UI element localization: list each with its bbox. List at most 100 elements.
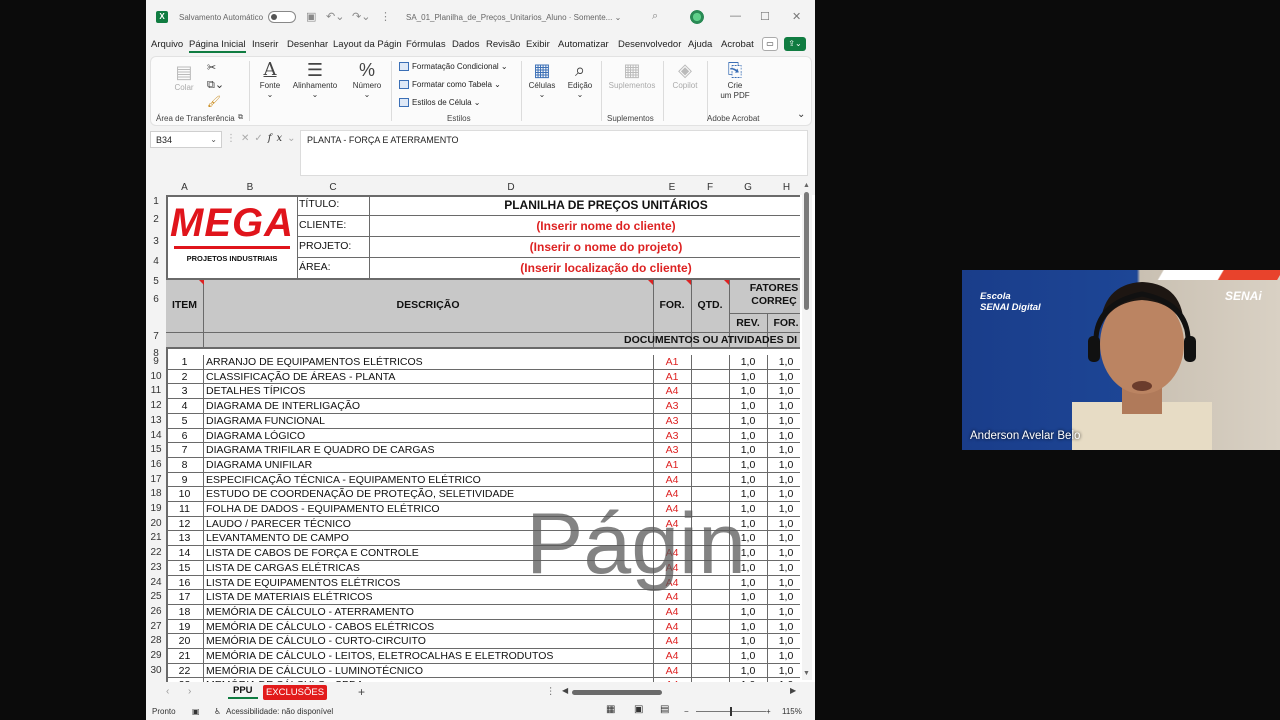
- column-header[interactable]: G: [729, 182, 767, 193]
- minimize-icon[interactable]: —: [730, 10, 741, 22]
- zoom-slider-knob[interactable]: [730, 707, 732, 716]
- row-header[interactable]: 14: [146, 430, 166, 441]
- fx-icon[interactable]: fx: [268, 133, 287, 144]
- cell[interactable]: 1,0: [729, 444, 767, 456]
- cell[interactable]: 1,0: [729, 356, 767, 368]
- cell[interactable]: A3: [653, 415, 691, 427]
- create-pdf-button[interactable]: ⎘ Crie um PDF: [713, 59, 757, 101]
- cell[interactable]: A4: [653, 635, 691, 647]
- more-icon[interactable]: ⋮: [226, 133, 241, 144]
- cell[interactable]: A4: [653, 621, 691, 633]
- accessibility-icon[interactable]: ♿: [214, 707, 221, 716]
- cell[interactable]: 1,0: [729, 621, 767, 633]
- cell[interactable]: 16: [166, 577, 203, 589]
- column-header[interactable]: E: [653, 182, 691, 193]
- share-icon[interactable]: ⇪⌄: [784, 37, 806, 51]
- tab-formulas[interactable]: Fórmulas: [406, 39, 446, 50]
- tab-inserir[interactable]: Inserir: [252, 39, 278, 50]
- close-icon[interactable]: ✕: [792, 10, 801, 23]
- row-header[interactable]: 5: [146, 276, 166, 287]
- cell[interactable]: 1,0: [729, 371, 767, 383]
- cell[interactable]: CLASSIFICAÇÃO DE ÁREAS - PLANTA: [206, 371, 653, 383]
- scroll-up-icon[interactable]: ▲: [803, 182, 810, 189]
- editing-button[interactable]: ⌕ Edição ⌄: [563, 59, 597, 99]
- cell[interactable]: 11: [166, 503, 203, 515]
- confirm-icon[interactable]: ✓: [254, 133, 267, 144]
- scroll-down-icon[interactable]: ▼: [803, 670, 810, 677]
- row-header[interactable]: 25: [146, 591, 166, 602]
- cell[interactable]: A4: [653, 665, 691, 677]
- row-header[interactable]: 18: [146, 488, 166, 499]
- cell[interactable]: A3: [653, 444, 691, 456]
- tab-revisao[interactable]: Revisão: [486, 39, 520, 50]
- cell[interactable]: 1,0: [767, 503, 805, 515]
- cell[interactable]: 1,0: [767, 459, 805, 471]
- cell[interactable]: 9: [166, 474, 203, 486]
- cell[interactable]: DIAGRAMA TRIFILAR E QUADRO DE CARGAS: [206, 444, 653, 456]
- quantity-header[interactable]: QTD.: [691, 299, 729, 311]
- expand-icon[interactable]: ⌄: [287, 133, 300, 144]
- cancel-icon[interactable]: ✕: [241, 133, 254, 144]
- row-header[interactable]: 23: [146, 562, 166, 573]
- cell[interactable]: DIAGRAMA FUNCIONAL: [206, 415, 653, 427]
- cell[interactable]: MEMÓRIA DE CÁLCULO - LUMINOTÉCNICO: [206, 665, 653, 677]
- cell[interactable]: MEMÓRIA DE CÁLCULO - CABOS ELÉTRICOS: [206, 621, 653, 633]
- tab-desenhar[interactable]: Desenhar: [287, 39, 328, 50]
- cell[interactable]: DIAGRAMA UNIFILAR: [206, 459, 653, 471]
- cell[interactable]: DIAGRAMA LÓGICO: [206, 430, 653, 442]
- cell[interactable]: 1,0: [729, 606, 767, 618]
- cell[interactable]: 1,0: [767, 488, 805, 500]
- scroll-right-icon[interactable]: ▶: [790, 686, 796, 695]
- cell[interactable]: A3: [653, 400, 691, 412]
- tabs-more-icon[interactable]: ⋮: [546, 686, 556, 697]
- cell[interactable]: A1: [653, 356, 691, 368]
- format-painter-icon[interactable]: 🖌: [207, 95, 221, 108]
- sheet-tab-ppu[interactable]: PPU: [228, 684, 258, 699]
- section-title[interactable]: DOCUMENTOS OU ATIVIDADES DI: [624, 334, 797, 346]
- tab-acrobat[interactable]: Acrobat: [721, 39, 754, 50]
- row-header[interactable]: 15: [146, 444, 166, 455]
- row-header[interactable]: 22: [146, 547, 166, 558]
- accessibility-status[interactable]: Acessibilidade: não disponível: [226, 707, 333, 716]
- column-header[interactable]: B: [203, 182, 297, 193]
- cell[interactable]: 1: [166, 356, 203, 368]
- cell[interactable]: 1,0: [767, 635, 805, 647]
- tab-exibir[interactable]: Exibir: [526, 39, 550, 50]
- copilot-button[interactable]: ◈ Copilot: [667, 59, 703, 90]
- prev-sheet-icon[interactable]: ‹: [166, 686, 169, 697]
- cell[interactable]: A4: [653, 474, 691, 486]
- cell[interactable]: 8: [166, 459, 203, 471]
- cell[interactable]: 3: [166, 385, 203, 397]
- cell[interactable]: A4: [653, 650, 691, 662]
- comment-indicator-icon[interactable]: [724, 280, 729, 285]
- row-header[interactable]: 29: [146, 650, 166, 661]
- cell[interactable]: 6: [166, 430, 203, 442]
- cell[interactable]: MEMÓRIA DE CÁLCULO - LEITOS, ELETROCALHA…: [206, 650, 653, 662]
- addins-button[interactable]: ▦ Suplementos: [605, 59, 659, 90]
- zoom-level[interactable]: 115%: [782, 707, 802, 716]
- tab-layout[interactable]: Layout da Págin: [333, 39, 402, 50]
- alignment-button[interactable]: ☰ Alinhamento ⌄: [289, 59, 341, 99]
- cell[interactable]: 1,0: [729, 400, 767, 412]
- row-header[interactable]: 3: [146, 236, 166, 247]
- cell[interactable]: 5: [166, 415, 203, 427]
- next-sheet-icon[interactable]: ›: [188, 686, 191, 697]
- cell[interactable]: CLIENTE:: [299, 219, 367, 231]
- cell[interactable]: 1,0: [729, 635, 767, 647]
- comment-indicator-icon[interactable]: [686, 280, 691, 285]
- row-header[interactable]: 11: [146, 385, 166, 396]
- format-table-button[interactable]: Formatar como Tabela ⌄: [399, 80, 501, 90]
- column-header[interactable]: H: [767, 182, 806, 193]
- cell[interactable]: TÍTULO:: [299, 198, 367, 210]
- tab-desenvolvedor[interactable]: Desenvolvedor: [618, 39, 681, 50]
- cell[interactable]: 1,0: [767, 371, 805, 383]
- cell[interactable]: PROJETO:: [299, 240, 367, 252]
- tab-arquivo[interactable]: Arquivo: [151, 39, 183, 50]
- name-box[interactable]: B34 ⌄: [150, 131, 222, 148]
- maximize-icon[interactable]: ☐: [760, 10, 770, 23]
- scroll-left-icon[interactable]: ◀: [562, 686, 568, 695]
- add-sheet-icon[interactable]: +: [358, 685, 365, 699]
- cell[interactable]: A1: [653, 459, 691, 471]
- row-header[interactable]: 16: [146, 459, 166, 470]
- comment-indicator-icon[interactable]: [648, 280, 653, 285]
